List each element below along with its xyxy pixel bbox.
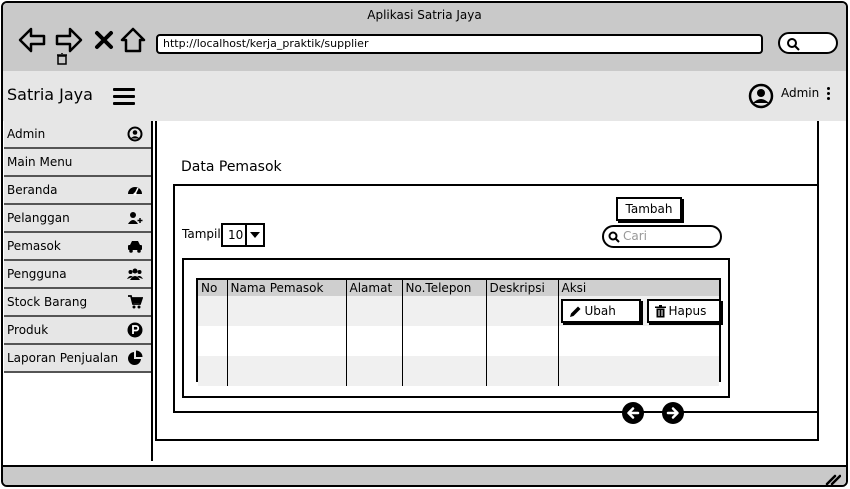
delete-button[interactable]: Hapus — [646, 299, 721, 323]
sidebar-item-label: Admin — [7, 127, 46, 141]
hamburger-menu-icon[interactable] — [113, 88, 135, 106]
table-row — [198, 326, 719, 356]
search-field[interactable] — [602, 225, 722, 248]
sidebar-item-label: Produk — [7, 323, 49, 337]
table-row: Ubah Hapus — [198, 296, 721, 326]
user-circle-icon — [127, 126, 143, 142]
sidebar-item-label: Stock Barang — [7, 295, 88, 309]
sidebar-item-beranda[interactable]: Beranda — [4, 177, 151, 205]
back-icon[interactable] — [17, 25, 47, 55]
sidebar-item-label: Pelanggan — [7, 211, 70, 225]
sidebar-item-pengguna[interactable]: Pengguna — [4, 261, 151, 289]
page-size-value: 10 — [228, 228, 244, 242]
search-icon — [608, 231, 620, 243]
sidebar-item-admin[interactable]: Admin — [4, 121, 151, 149]
column-header-alamat[interactable]: Alamat — [346, 280, 403, 296]
sidebar-item-pelanggan[interactable]: Pelanggan — [4, 205, 151, 233]
users-icon — [127, 268, 143, 280]
sidebar-item-produk[interactable]: Produk — [4, 317, 151, 345]
show-label: Tampil — [182, 227, 221, 241]
search-icon — [787, 38, 800, 51]
column-header-no-telepon[interactable]: No.Telepon — [402, 280, 487, 296]
dashboard-icon — [128, 187, 142, 196]
kebab-menu-icon[interactable] — [827, 87, 831, 102]
add-user-icon — [128, 212, 143, 224]
column-header-aksi: Aksi — [558, 280, 719, 296]
prev-page-icon[interactable] — [622, 402, 644, 424]
status-bar — [3, 465, 846, 485]
trash-icon — [56, 51, 68, 67]
supplier-table: No Nama Pemasok Alamat No.Telepon Deskri… — [196, 278, 721, 386]
content-divider — [151, 121, 153, 443]
browser-window: Aplikasi Satria Jaya http://localhost/ke… — [1, 1, 848, 487]
table-row — [198, 356, 719, 386]
home-icon[interactable] — [118, 25, 148, 55]
page-size-select[interactable]: 10 — [221, 223, 265, 247]
pencil-icon — [569, 306, 580, 317]
close-icon[interactable] — [89, 25, 119, 55]
column-header-nama-pemasok[interactable]: Nama Pemasok — [227, 280, 347, 296]
column-header-no[interactable]: No — [198, 280, 228, 296]
sidebar: Admin Main Menu Beranda Pelanggan Pemaso… — [4, 121, 153, 461]
cart-icon — [128, 295, 143, 309]
trash-icon — [654, 304, 666, 317]
pie-chart-icon — [128, 350, 143, 365]
chevron-down-icon[interactable] — [245, 225, 263, 245]
sidebar-item-laporan-penjualan[interactable]: Laporan Penjualan — [4, 345, 151, 373]
car-icon — [128, 241, 142, 253]
sidebar-item-label: Pengguna — [7, 267, 67, 281]
sidebar-item-pemasok[interactable]: Pemasok — [4, 233, 151, 261]
add-button[interactable]: Tambah — [616, 197, 682, 221]
row-actions: Ubah Hapus — [558, 296, 721, 326]
sidebar-item-label: Laporan Penjualan — [7, 351, 119, 365]
sidebar-item-label: Pemasok — [7, 239, 61, 253]
app-header: Satria Jaya Admin — [3, 71, 846, 121]
column-header-deskripsi[interactable]: Deskripsi — [486, 280, 559, 296]
next-page-icon[interactable] — [662, 402, 684, 424]
sidebar-item-stock-barang[interactable]: Stock Barang — [4, 289, 151, 317]
edit-button[interactable]: Ubah — [560, 299, 641, 323]
url-bar[interactable]: http://localhost/kerja_praktik/supplier — [156, 34, 763, 54]
sidebar-item-label: Main Menu — [7, 155, 73, 169]
product-p-icon — [127, 322, 143, 338]
browser-search[interactable] — [778, 32, 838, 54]
delete-label: Hapus — [668, 304, 707, 318]
user-name[interactable]: Admin — [781, 86, 819, 100]
browser-chrome: Aplikasi Satria Jaya http://localhost/ke… — [3, 3, 846, 71]
resize-grip-icon[interactable] — [825, 473, 841, 485]
page-title: Data Pemasok — [181, 159, 282, 175]
brand-title: Satria Jaya — [7, 85, 93, 104]
avatar-icon[interactable] — [748, 83, 774, 109]
sidebar-item-main-menu: Main Menu — [4, 149, 151, 177]
window-title: Aplikasi Satria Jaya — [367, 8, 482, 22]
search-input[interactable] — [623, 229, 713, 243]
table-header-row: No Nama Pemasok Alamat No.Telepon Deskri… — [198, 280, 719, 296]
sidebar-item-label: Beranda — [7, 183, 58, 197]
edit-label: Ubah — [584, 304, 616, 318]
